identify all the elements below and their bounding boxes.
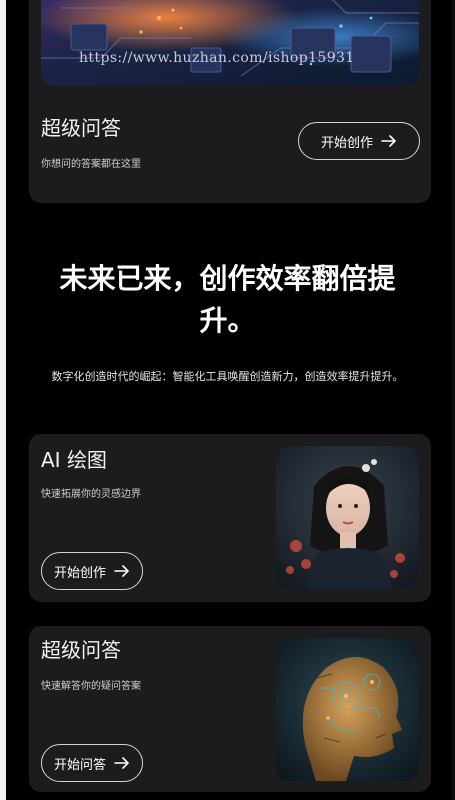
card-title: AI 绘图 xyxy=(41,448,107,472)
mechanical-head-image xyxy=(276,638,419,781)
button-label: 开始创作 xyxy=(320,135,373,151)
hero-headline: 未来已来，创作效率翻倍提升。 xyxy=(59,262,396,337)
super-qa-card: 超级问答 快速解答你的疑问答案 开始问答 xyxy=(29,626,431,792)
card-title: 超级问答 xyxy=(41,116,121,140)
arrow-right-icon xyxy=(114,757,129,769)
card-title: 超级问答 xyxy=(41,638,121,662)
start-qa-button[interactable]: 开始问答 xyxy=(41,744,143,782)
button-label: 开始问答 xyxy=(53,757,106,773)
arrow-right-icon xyxy=(114,565,129,577)
circuit-board-image xyxy=(41,0,419,86)
ai-drawing-card: AI 绘图 快速拓展你的灵感边界 开始创作 xyxy=(29,434,431,602)
ai-portrait-image xyxy=(276,446,419,589)
card-subtitle: 快速解答你的疑问答案 xyxy=(41,681,141,692)
button-label: 开始创作 xyxy=(53,565,106,581)
arrow-right-icon xyxy=(381,135,396,147)
card-subtitle: 快速拓展你的灵感边界 xyxy=(41,489,141,500)
left-frame-edge xyxy=(0,0,6,800)
card-subtitle: 你想问的答案都在这里 xyxy=(41,159,141,170)
start-creating-button[interactable]: 开始创作 xyxy=(298,122,420,160)
start-creating-button[interactable]: 开始创作 xyxy=(41,552,143,590)
hero-subline: 数字化创造时代的崛起：智能化工具唤醒创造新力，创造效率提升提升。 xyxy=(51,370,404,383)
super-qa-top-card: https://www.huzhan.com/ishop15931 超级问答 你… xyxy=(29,0,431,203)
watermark-url: https://www.huzhan.com/ishop15931 xyxy=(79,50,355,66)
